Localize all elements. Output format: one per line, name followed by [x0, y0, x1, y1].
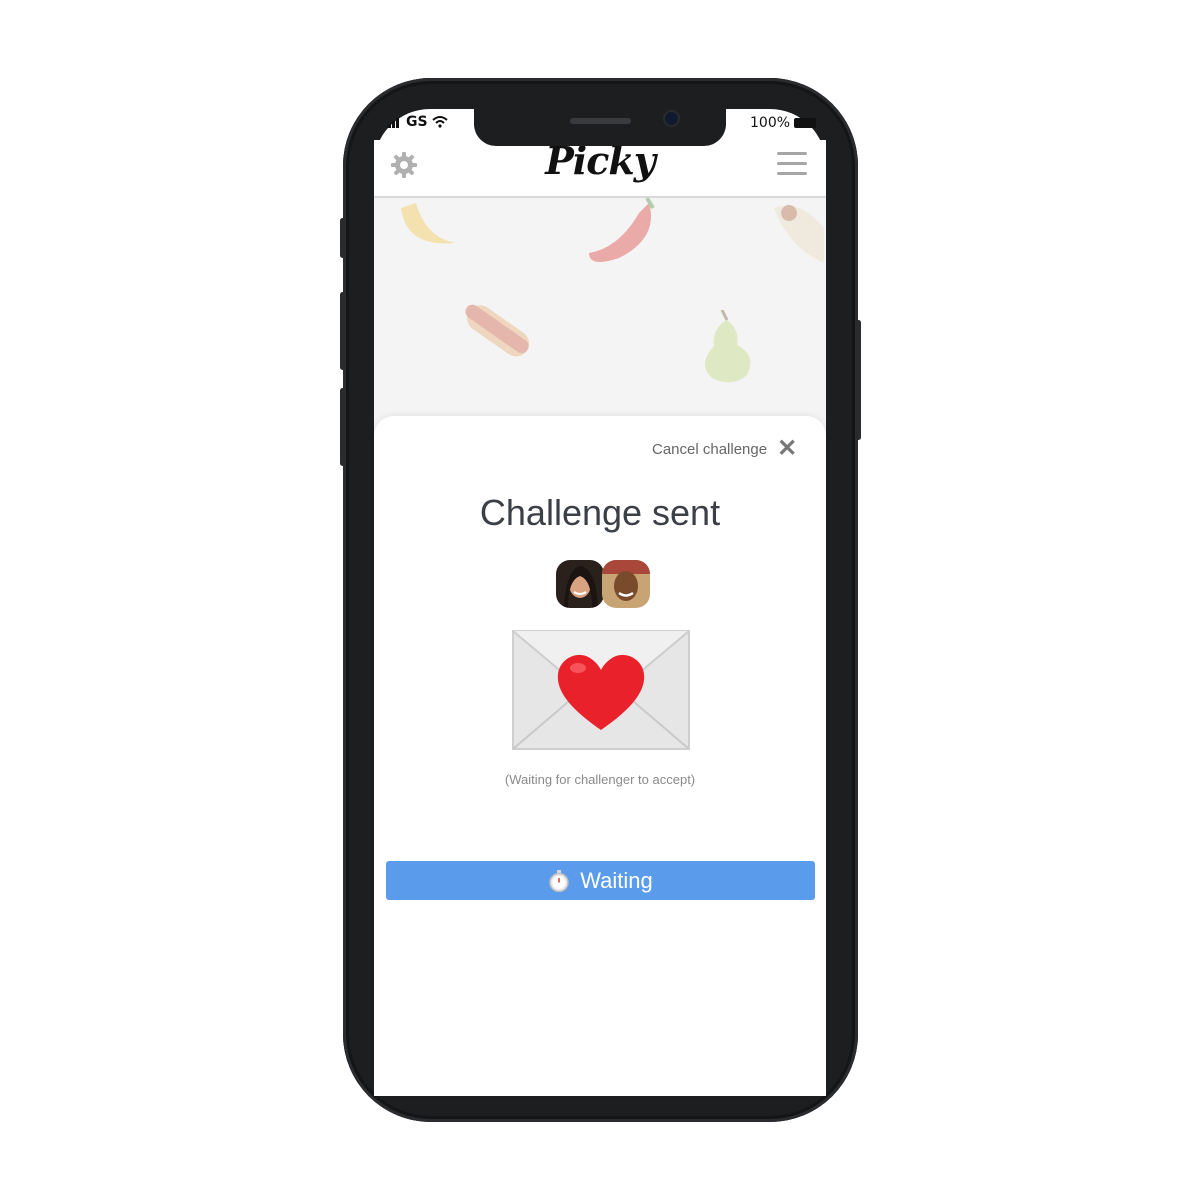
gear-icon[interactable]: [390, 151, 418, 179]
volume-up-button: [340, 292, 345, 370]
pear-icon: [704, 310, 751, 383]
battery-icon: [794, 118, 817, 128]
banana-icon: [401, 203, 456, 244]
front-camera: [665, 112, 678, 125]
food-background: [374, 198, 826, 438]
power-button: [856, 320, 861, 440]
status-bar-right: 100%: [750, 115, 817, 131]
cancel-challenge-label: Cancel challenge: [652, 440, 768, 458]
cancel-challenge-button[interactable]: Cancel challenge ✕: [652, 437, 797, 461]
avatar: [556, 560, 604, 608]
avatar-group: [556, 560, 650, 610]
menu-icon[interactable]: [777, 152, 807, 176]
waiting-note: (Waiting for challenger to accept): [504, 772, 696, 787]
battery-percent: 100%: [750, 115, 791, 131]
sheet-title: Challenge sent: [479, 492, 721, 533]
carrier-label: GS: [406, 114, 428, 130]
hot-dog-icon: [465, 304, 530, 357]
stopwatch-icon: [549, 869, 569, 892]
avatar: [602, 560, 650, 608]
volume-down-button: [340, 388, 345, 466]
waiting-button-label: Waiting: [580, 867, 653, 893]
close-icon[interactable]: ✕: [777, 437, 797, 461]
notch: [474, 109, 726, 146]
burrito-icon: [774, 205, 824, 263]
envelope-heart-icon: [512, 630, 690, 750]
waiting-button[interactable]: Waiting: [386, 861, 815, 900]
chili-pepper-icon: [589, 198, 655, 262]
status-bar-left: GS: [388, 114, 448, 130]
signal-icon: [388, 118, 399, 128]
speaker: [570, 118, 631, 124]
silent-switch: [340, 218, 345, 258]
wifi-icon: [431, 116, 448, 128]
